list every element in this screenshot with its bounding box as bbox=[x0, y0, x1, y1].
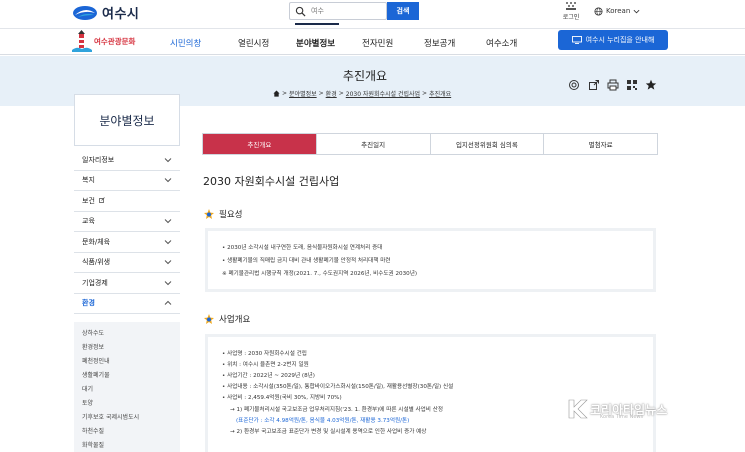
yeosu-logo-icon bbox=[73, 5, 97, 20]
chevron-up-icon bbox=[164, 301, 172, 306]
section-box-need: • 2030년 소각시설 내구연한 도래, 음식물자원화시설 연계처리 증대 •… bbox=[205, 228, 656, 292]
chevron-down-icon bbox=[164, 157, 172, 162]
sidebar-item-culture[interactable]: 문화/체육 bbox=[74, 232, 180, 253]
sidebar-item-jobs[interactable]: 일자리정보 bbox=[74, 150, 180, 171]
chevron-down-icon bbox=[164, 178, 172, 183]
print-icon[interactable] bbox=[607, 79, 619, 91]
monitor-icon bbox=[571, 36, 582, 44]
user-icon bbox=[566, 2, 576, 10]
lnb-title-box: 분야별정보 bbox=[74, 94, 180, 146]
section-heading-overview: 사업개요 bbox=[203, 313, 250, 325]
breadcrumb-item[interactable]: 분야별정보 bbox=[289, 89, 317, 98]
chevron-down-icon bbox=[164, 280, 172, 285]
gnb-item-info-disclosure[interactable]: 정보공개 bbox=[424, 37, 455, 49]
gnb-item-open-admin[interactable]: 열린시정 bbox=[238, 37, 269, 49]
sidebar-item-welfare[interactable]: 복지 bbox=[74, 170, 180, 191]
site-guide-button[interactable]: 여수시 누리집을 안내해 bbox=[558, 30, 668, 50]
text-line: • 사업비 : 2,459.4억원(국비 30%, 지방비 70%) bbox=[222, 395, 342, 401]
sidebar-item-education[interactable]: 교육 bbox=[74, 211, 180, 232]
subnav-item[interactable]: 기후보호 국제시범도시 bbox=[82, 412, 139, 421]
sidebar-item-health[interactable]: 보건 bbox=[74, 191, 180, 212]
text-line: • 사업명 : 2030 자원회수시설 건립 bbox=[222, 351, 307, 357]
chevron-down-icon bbox=[164, 260, 172, 265]
text-line: → 2) 환경부 국고보조금 표준단가 변경 및 실시설계 용역으로 인한 사업… bbox=[230, 429, 427, 435]
section-heading-need: 필요성 bbox=[203, 208, 242, 220]
text-line: → 1) 폐기물처리시설 국고보조금 업무처리지침('23. 1. 환경부)에 … bbox=[230, 407, 444, 413]
search-button[interactable]: 검색 bbox=[387, 2, 419, 20]
star-icon[interactable] bbox=[645, 79, 657, 91]
text-line: ※ 폐기물관리법 시행규칙 개정(2021. 7., 수도권지역 2026년, … bbox=[222, 271, 418, 277]
chevron-down-icon bbox=[164, 239, 172, 244]
subnav-item[interactable]: 환경정보 bbox=[82, 342, 104, 351]
gnb-item-citizen[interactable]: 시민의창 bbox=[170, 37, 201, 49]
text-line: (표준단가 : 소각 4.98억원/톤, 음식물 4.03억원/톤, 재활용 3… bbox=[236, 418, 410, 424]
breadcrumb: > 분야별정보 > 환경 > 2030 자원회수시설 건립사업 > 추진개요 bbox=[273, 89, 451, 98]
side-nav: 일자리정보 복지 보건 교육 문화/체육 식품/위생 기업경제 환경 bbox=[74, 150, 180, 314]
text-line: • 위치 : 여수시 율촌면 2-2번지 일원 bbox=[222, 362, 309, 368]
login-label: 로그인 bbox=[562, 14, 580, 21]
section-title: 사업개요 bbox=[219, 315, 251, 325]
subnav-item[interactable]: 폐천정인내 bbox=[82, 356, 110, 365]
home-icon[interactable] bbox=[273, 90, 280, 97]
content-tabs: 추진개요 추진일지 입지선정위원회 심의록 별첨자료 bbox=[202, 133, 658, 155]
text-line: • 사업내용 : 소각시설(350톤/일), 통합바이오가스화시설(150톤/일… bbox=[222, 384, 454, 390]
breadcrumb-item[interactable]: 2030 자원회수시설 건립사업 bbox=[346, 89, 420, 98]
language-select[interactable]: Korean bbox=[594, 3, 658, 19]
bullet-star-icon bbox=[204, 209, 214, 219]
chevron-down-icon bbox=[164, 219, 172, 224]
site-logo[interactable]: 여수시 bbox=[72, 3, 139, 22]
share-icon[interactable] bbox=[588, 79, 600, 91]
subnav-item[interactable]: 대기 bbox=[82, 384, 93, 393]
breadcrumb-item[interactable]: 환경 bbox=[326, 89, 337, 98]
target-icon[interactable] bbox=[568, 79, 580, 91]
watermark-subtext: Korea Time News bbox=[600, 414, 644, 420]
tab-attachments[interactable]: 별첨자료 bbox=[543, 134, 657, 154]
gnb-item-about[interactable]: 여수소개 bbox=[486, 37, 517, 49]
globe-icon bbox=[594, 6, 603, 16]
subnav-item[interactable]: 하천수질 bbox=[82, 426, 104, 435]
section-title: 필요성 bbox=[219, 210, 243, 220]
text-line: • 사업기간 : 2022년 ~ 2029년 (8년) bbox=[222, 373, 315, 379]
qr-code-icon[interactable] bbox=[626, 79, 638, 91]
subnav-item[interactable]: 토양 bbox=[82, 398, 93, 407]
site-guide-label: 여수시 누리집을 안내해 bbox=[585, 36, 655, 44]
logo-text: 여수시 bbox=[102, 7, 140, 22]
text-line: • 생활폐기물의 직매립 금지 대비 관내 생활폐기물 안정적 처리대책 마련 bbox=[222, 258, 391, 264]
tourism-label: 여수관광문화 bbox=[94, 36, 136, 46]
subnav-item[interactable]: 화학물질 bbox=[82, 440, 104, 449]
search-box[interactable] bbox=[289, 2, 387, 20]
tourism-link[interactable]: 여수관광문화 bbox=[72, 30, 135, 52]
login-button[interactable]: 로그인 bbox=[559, 1, 583, 21]
tab-committee-minutes[interactable]: 입지선정위원회 심의록 bbox=[429, 134, 544, 154]
subnav-item[interactable]: 상하수도 bbox=[82, 328, 104, 337]
lnb-title: 분야별정보 bbox=[99, 113, 155, 128]
breadcrumb-current: 추진개요 bbox=[429, 91, 452, 98]
lighthouse-icon bbox=[72, 30, 92, 52]
subnav-item[interactable]: 생활폐기물 bbox=[82, 370, 110, 379]
search-icon bbox=[295, 6, 306, 17]
top-bar: 여수시 검색 로그인 Korean bbox=[0, 0, 745, 28]
content-title: 2030 자원회수시설 건립사업 bbox=[203, 175, 340, 188]
search-input[interactable] bbox=[311, 7, 381, 15]
watermark-logo-icon bbox=[568, 399, 588, 419]
chevron-down-icon bbox=[633, 9, 640, 13]
tab-log[interactable]: 추진일지 bbox=[315, 134, 430, 154]
gnb-item-field-info[interactable]: 분야별정보 bbox=[296, 37, 335, 49]
gnb-item-e-civil[interactable]: 전자민원 bbox=[362, 37, 393, 49]
text-line: • 2030년 소각시설 내구연한 도래, 음식물자원화시설 연계처리 증대 bbox=[222, 245, 383, 251]
sidebar-item-economy[interactable]: 기업경제 bbox=[74, 273, 180, 294]
gnb-active-indicator bbox=[295, 23, 339, 25]
page-title: 추진개요 bbox=[342, 69, 388, 83]
sidebar-item-environment[interactable]: 환경 bbox=[74, 293, 180, 314]
external-link-icon bbox=[99, 196, 105, 203]
bullet-star-icon bbox=[204, 314, 214, 324]
side-subnav: 상하수도 환경정보 폐천정인내 생활폐기물 대기 토양 기후보호 국제시범도시 … bbox=[74, 322, 180, 452]
section-box-overview: • 사업명 : 2030 자원회수시설 건립 • 위치 : 여수시 율촌면 2-… bbox=[205, 334, 656, 452]
tab-overview[interactable]: 추진개요 bbox=[203, 134, 316, 154]
sidebar-item-food[interactable]: 식품/위생 bbox=[74, 252, 180, 273]
language-label: Korean bbox=[606, 7, 631, 15]
